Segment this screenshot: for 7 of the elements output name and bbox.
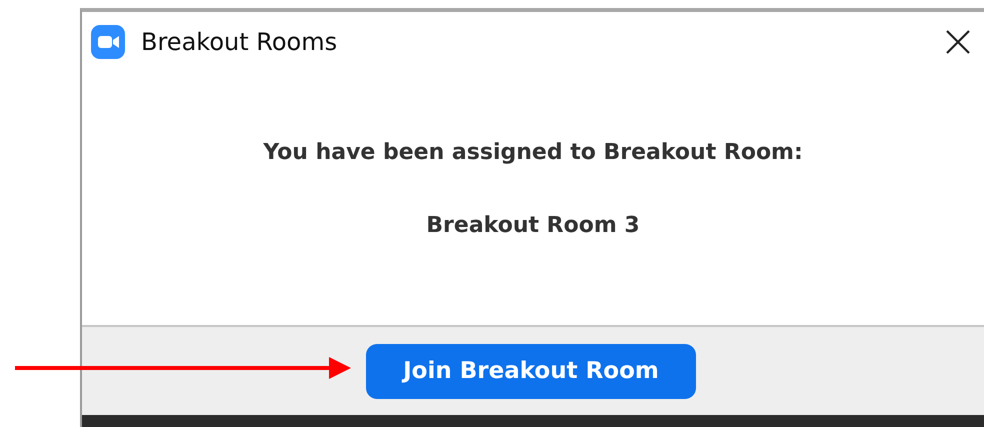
room-name: Breakout Room 3: [426, 213, 640, 238]
window-title: Breakout Rooms: [141, 28, 338, 56]
arrow-icon: [15, 357, 351, 379]
video-camera-icon: [91, 25, 125, 59]
assignment-message: You have been assigned to Breakout Room:: [263, 140, 803, 165]
close-button[interactable]: [944, 28, 972, 56]
join-room-button[interactable]: Join Breakout Room: [366, 344, 696, 398]
